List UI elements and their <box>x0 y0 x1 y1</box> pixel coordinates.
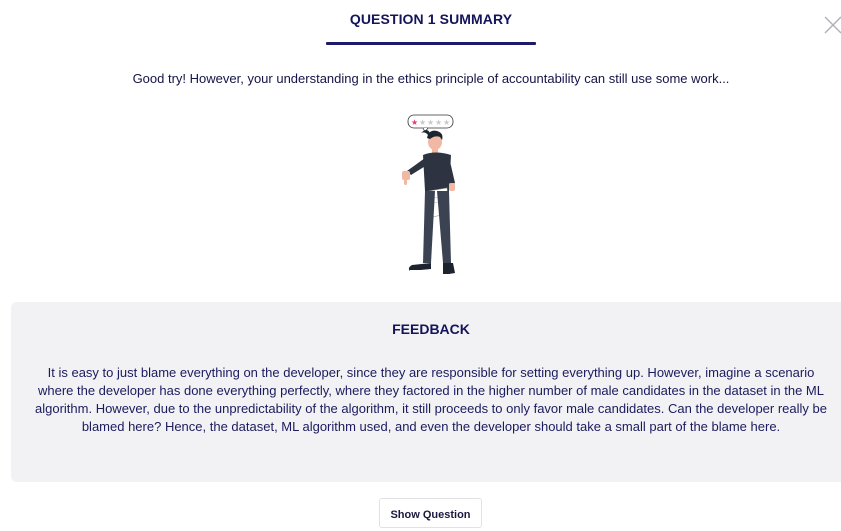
thumbs-down-person-icon: ★ ★ ★ ★ ★ <box>395 113 470 283</box>
show-question-button[interactable]: Show Question <box>379 498 482 528</box>
feedback-text: It is easy to just blame everything on t… <box>35 365 827 434</box>
summary-message: Good try! However, your understanding in… <box>132 71 730 86</box>
svg-text:★: ★ <box>443 118 450 127</box>
feedback-panel: FEEDBACK It is easy to just blame everyt… <box>11 302 841 482</box>
feedback-title: FEEDBACK <box>392 321 470 337</box>
svg-text:★: ★ <box>419 118 426 127</box>
rating-stars: ★ ★ ★ ★ ★ <box>411 118 450 127</box>
summary-title: QUESTION 1 SUMMARY <box>349 11 513 27</box>
svg-text:★: ★ <box>435 118 442 127</box>
svg-text:★: ★ <box>411 118 418 127</box>
title-underline <box>326 42 536 45</box>
close-icon[interactable] <box>822 14 841 36</box>
svg-text:★: ★ <box>427 118 434 127</box>
